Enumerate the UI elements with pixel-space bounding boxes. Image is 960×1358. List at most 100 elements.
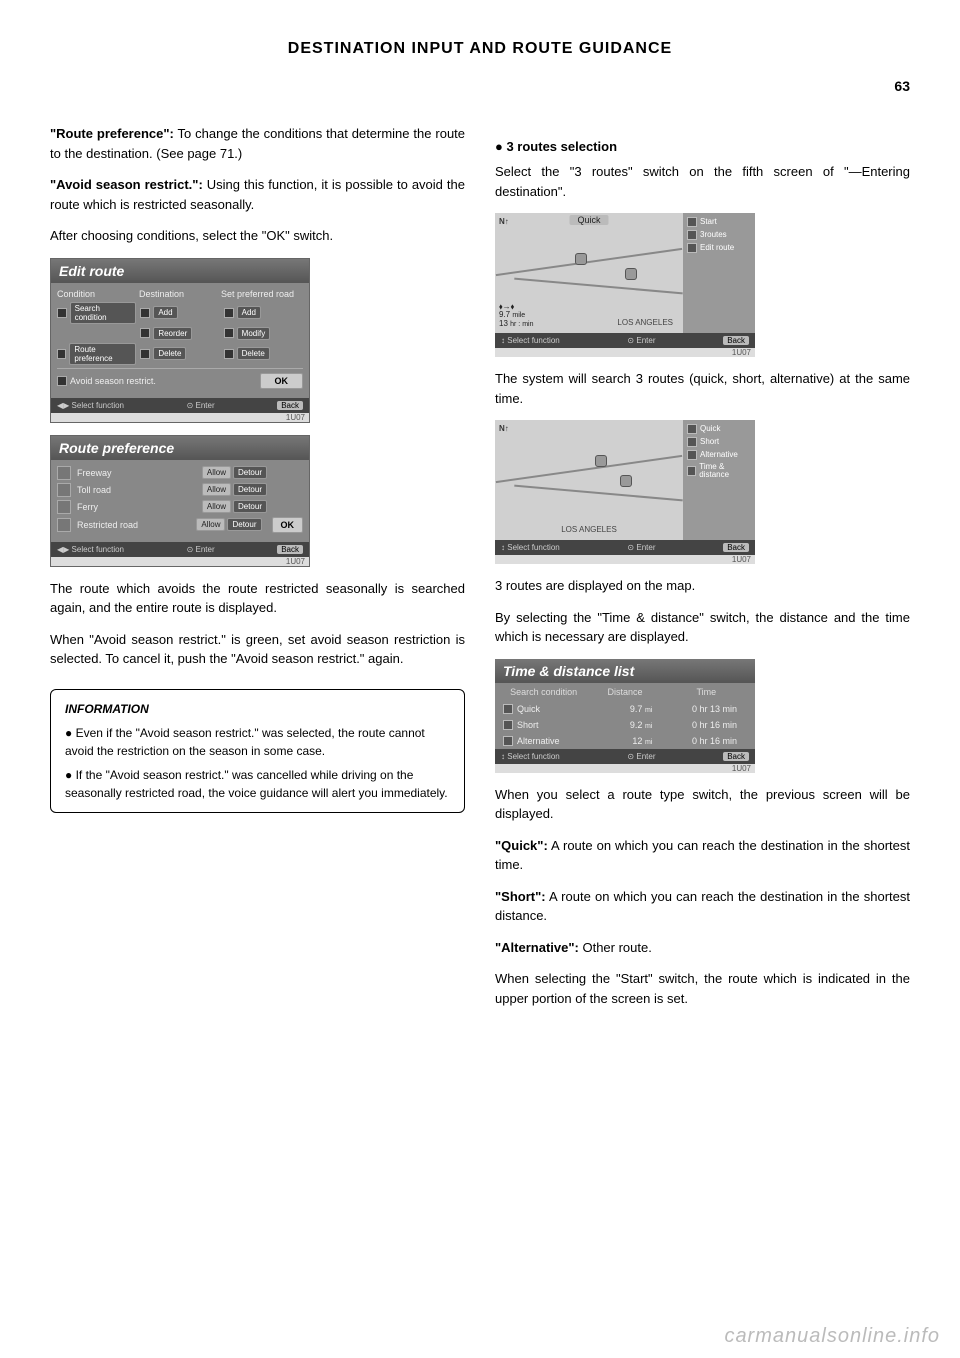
label-quick: "Quick":	[495, 838, 548, 853]
para-time-distance-switch: By selecting the "Time & distance" switc…	[495, 608, 910, 647]
map-image[interactable]: Quick N↑ ⬧→⬧ 9.7 mile 13 hr : min LOS AN…	[495, 213, 683, 333]
watermark-label: 1U07	[495, 764, 755, 773]
back-button[interactable]: Back	[277, 545, 303, 554]
para-route-type-switch: When you select a route type switch, the…	[495, 785, 910, 824]
color-swatch-icon	[687, 437, 697, 447]
checkbox-icon[interactable]	[224, 328, 234, 338]
detour-restricted-button[interactable]: Detour	[227, 518, 261, 531]
route-name: Alternative	[517, 736, 560, 746]
screenshot-time-distance-list: Time & distance list Search condition Di…	[495, 659, 755, 773]
ok-button[interactable]: OK	[272, 517, 304, 533]
toll-label: Toll road	[77, 485, 196, 495]
toll-icon	[57, 483, 71, 497]
checkbox-icon[interactable]	[57, 349, 66, 359]
reorder-button[interactable]: Reorder	[153, 327, 192, 340]
para-reroute: The route which avoids the route restric…	[50, 579, 465, 618]
label-route-preference: "Route preference":	[50, 126, 174, 141]
back-button[interactable]: Back	[723, 543, 749, 552]
start-button[interactable]: Start	[700, 218, 717, 226]
3routes-button[interactable]: 3routes	[700, 231, 727, 239]
time-distance-button[interactable]: Time & distance	[699, 463, 751, 479]
header-search-condition: Search condition	[503, 687, 584, 697]
text-alt-desc: Other route.	[579, 940, 652, 955]
info-item: ● If the "Avoid season restrict." was ca…	[65, 766, 450, 802]
short-button[interactable]: Short	[700, 438, 719, 446]
footer-enter: ⊙ Enter	[627, 752, 655, 761]
quick-button[interactable]: Quick	[700, 425, 720, 433]
color-swatch-icon	[687, 243, 697, 253]
color-swatch-icon	[687, 424, 697, 434]
information-box: INFORMATION ● Even if the "Avoid season …	[50, 689, 465, 813]
add-road-button[interactable]: Add	[237, 306, 261, 319]
label-alternative: "Alternative":	[495, 940, 579, 955]
delete-dest-button[interactable]: Delete	[153, 347, 186, 360]
checkbox-icon[interactable]	[57, 308, 67, 318]
table-row[interactable]: Alternative 12 mi 0 hr 16 min	[495, 733, 755, 749]
color-swatch-icon	[687, 450, 697, 460]
table-row[interactable]: Quick 9.7 mi 0 hr 13 min	[495, 701, 755, 717]
allow-freeway-button[interactable]: Allow	[202, 466, 231, 479]
checkbox-icon[interactable]	[140, 308, 150, 318]
header-destination: Destination	[139, 289, 221, 299]
back-button[interactable]: Back	[723, 336, 749, 345]
route-pref-title: Route preference	[51, 436, 309, 460]
back-button[interactable]: Back	[277, 401, 303, 410]
watermark-label: 1U07	[495, 555, 755, 564]
checkbox-icon[interactable]	[140, 328, 150, 338]
delete-road-button[interactable]: Delete	[237, 347, 270, 360]
label-short: "Short":	[495, 889, 546, 904]
map-image[interactable]: N↑ LOS ANGELES	[495, 420, 683, 540]
checkbox-icon[interactable]	[57, 376, 67, 386]
modify-button[interactable]: Modify	[237, 327, 271, 340]
route-pref-button[interactable]: Route preference	[69, 343, 136, 365]
avoid-season-button[interactable]: Avoid season restrict.	[70, 376, 156, 386]
edit-route-button[interactable]: Edit route	[700, 244, 734, 252]
left-column: "Route preference": To change the condit…	[50, 124, 465, 1020]
map-side-panel: Start 3routes Edit route	[683, 213, 755, 333]
map-side-panel: Quick Short Alternative Time & distance	[683, 420, 755, 540]
color-swatch-icon	[503, 704, 513, 714]
add-dest-button[interactable]: Add	[153, 306, 177, 319]
distance-value: 9.7	[630, 704, 643, 714]
edit-route-title: Edit route	[51, 259, 309, 283]
table-row[interactable]: Short 9.2 mi 0 hr 16 min	[495, 717, 755, 733]
para-3routes-instruction: Select the "3 routes" switch on the fift…	[495, 162, 910, 201]
information-title: INFORMATION	[65, 700, 450, 718]
route-name: Quick	[517, 704, 540, 714]
right-column: ● 3 routes selection Select the "3 route…	[495, 124, 910, 1020]
watermark-label: 1U07	[51, 413, 309, 422]
text-quick-desc: A route on which you can reach the desti…	[495, 838, 910, 873]
back-button[interactable]: Back	[723, 752, 749, 761]
checkbox-icon[interactable]	[140, 349, 150, 359]
time-value: 0 hr 16 min	[662, 736, 747, 746]
detour-freeway-button[interactable]: Detour	[233, 466, 267, 479]
allow-restricted-button[interactable]: Allow	[196, 518, 225, 531]
para-toggle-green: When "Avoid season restrict." is green, …	[50, 630, 465, 669]
footer-select-fn: ↕ Select function	[501, 543, 560, 552]
para-quick-desc: "Quick": A route on which you can reach …	[495, 836, 910, 875]
restricted-label: Restricted road	[77, 520, 190, 530]
search-condition-button[interactable]: Search condition	[70, 302, 137, 324]
header-condition: Condition	[57, 289, 139, 299]
ferry-icon	[57, 500, 71, 514]
highway-shield-icon	[625, 268, 637, 280]
section-title: DESTINATION INPUT AND ROUTE GUIDANCE	[50, 40, 910, 58]
city-label: LOS ANGELES	[617, 318, 673, 327]
detour-toll-button[interactable]: Detour	[233, 483, 267, 496]
allow-toll-button[interactable]: Allow	[202, 483, 231, 496]
map-top-label: Quick	[569, 215, 608, 225]
bullet-3routes: ● 3 routes selection	[495, 139, 910, 154]
detour-ferry-button[interactable]: Detour	[233, 500, 267, 513]
checkbox-icon[interactable]	[224, 308, 234, 318]
ok-button[interactable]: OK	[260, 373, 304, 389]
header-preferred: Set preferred road	[221, 289, 303, 299]
checkbox-icon[interactable]	[224, 349, 234, 359]
screenshot-edit-route: Edit route Condition Destination Set pre…	[50, 258, 310, 423]
para-alt-desc: "Alternative": Other route.	[495, 938, 910, 958]
ferry-label: Ferry	[77, 502, 196, 512]
footer-select-fn: ↕ Select function	[501, 336, 560, 345]
color-swatch-icon	[503, 720, 513, 730]
alternative-button[interactable]: Alternative	[700, 451, 738, 459]
text-short-desc: A route on which you can reach the desti…	[495, 889, 910, 924]
allow-ferry-button[interactable]: Allow	[202, 500, 231, 513]
